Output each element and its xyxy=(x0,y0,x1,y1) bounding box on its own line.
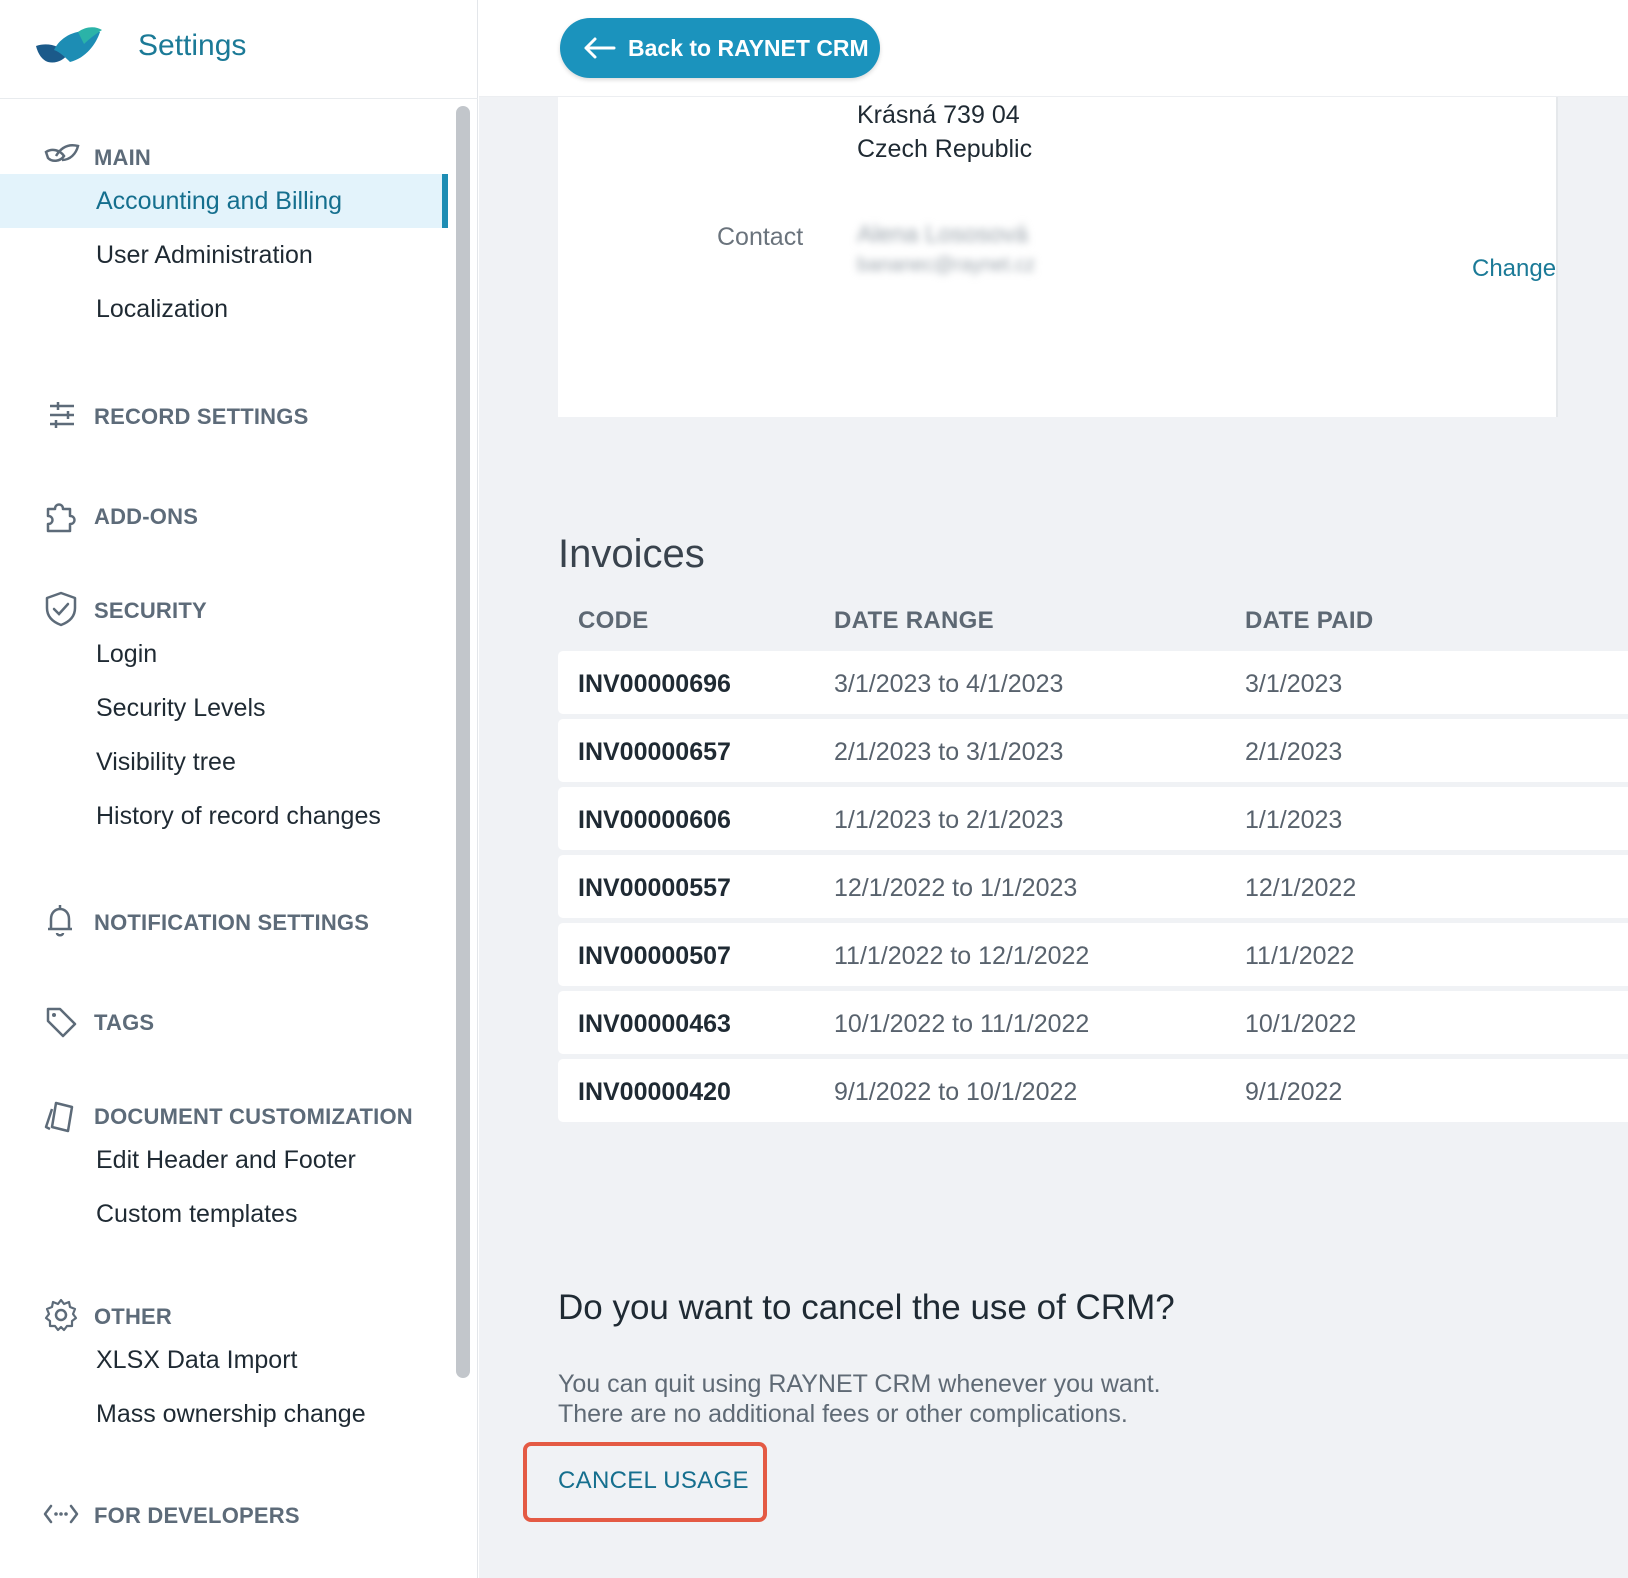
contact-email: bananec@raynet.cz xyxy=(857,254,1036,276)
invoice-date-range: 10/1/2022 to 11/1/2022 xyxy=(834,1010,1090,1038)
section-label-for-developers: FOR DEVELOPERS xyxy=(94,1503,300,1528)
invoice-date-paid: 10/1/2022 xyxy=(1245,1010,1357,1038)
sidebar-item-mass-ownership-change[interactable]: Mass ownership change xyxy=(0,1387,448,1441)
section-label-tags: TAGS xyxy=(94,1010,155,1035)
section-label-security: SECURITY xyxy=(94,598,207,623)
invoice-date-range: 3/1/2023 to 4/1/2023 xyxy=(834,670,1064,698)
invoices-table: INV00000696 3/1/2023 to 4/1/2023 3/1/202… xyxy=(558,651,1628,1127)
sidebar-item-security-levels[interactable]: Security Levels xyxy=(0,681,448,735)
invoice-date-range: 12/1/2022 to 1/1/2023 xyxy=(834,874,1078,902)
invoice-code: INV00000657 xyxy=(578,738,731,766)
billing-details-card: Krásná 739 04 Czech Republic Contact Ale… xyxy=(558,97,1556,417)
cancel-usage-button[interactable]: CANCEL USAGE xyxy=(558,1467,749,1495)
section-add-ons[interactable]: ADD-ONS xyxy=(0,497,448,533)
table-row[interactable]: INV00000463 10/1/2022 to 11/1/2022 10/1/… xyxy=(558,991,1628,1054)
invoice-date-paid: 3/1/2023 xyxy=(1245,670,1343,698)
invoice-code: INV00000696 xyxy=(578,670,731,698)
section-for-developers[interactable]: FOR DEVELOPERS xyxy=(0,1496,448,1532)
address-line-1: Krásná 739 04 xyxy=(857,101,1020,129)
sidebar-item-custom-templates[interactable]: Custom templates xyxy=(0,1187,448,1241)
invoice-date-paid: 12/1/2022 xyxy=(1245,874,1357,902)
sliders-icon xyxy=(50,402,74,428)
cancel-text-line-2: There are no additional fees or other co… xyxy=(558,1400,1128,1428)
table-row[interactable]: INV00000606 1/1/2023 to 2/1/2023 1/1/202… xyxy=(558,787,1628,850)
sidebar-nav: MAIN Accounting and Billing User Adminis… xyxy=(0,100,448,1578)
contact-name: Alena Lososová xyxy=(857,221,1028,248)
invoice-date-range: 1/1/2023 to 2/1/2023 xyxy=(834,806,1064,834)
sidebar-item-history-of-record-changes[interactable]: History of record changes xyxy=(0,789,448,843)
back-button-label: Back to RAYNET CRM xyxy=(628,34,869,61)
document-pages-icon xyxy=(44,1101,74,1133)
main-content: Back to RAYNET CRM Krásná 739 04 Czech R… xyxy=(479,0,1628,1578)
column-header-date-paid: DATE PAID xyxy=(1245,607,1374,634)
table-row[interactable]: INV00000420 9/1/2022 to 10/1/2022 9/1/20… xyxy=(558,1059,1628,1122)
puzzle-icon xyxy=(46,503,76,533)
cancel-crm-description: You can quit using RAYNET CRM whenever y… xyxy=(558,1369,1161,1429)
sidebar-item-edit-header-and-footer[interactable]: Edit Header and Footer xyxy=(0,1133,448,1187)
section-security: SECURITY Login Security Levels Visibilit… xyxy=(0,591,448,843)
invoice-date-range: 2/1/2023 to 3/1/2023 xyxy=(834,738,1064,766)
raynet-logo-icon[interactable] xyxy=(34,24,104,68)
settings-sidebar: Settings MAIN Accounting and Billing Use… xyxy=(0,0,478,1578)
sidebar-header: Settings xyxy=(0,0,478,99)
section-tags[interactable]: TAGS xyxy=(0,1003,448,1039)
sidebar-item-login[interactable]: Login xyxy=(0,627,448,681)
invoices-title: Invoices xyxy=(558,532,705,576)
section-label-other: OTHER xyxy=(94,1304,172,1329)
invoice-date-paid: 11/1/2022 xyxy=(1245,942,1355,970)
invoice-code: INV00000420 xyxy=(578,1078,731,1106)
app-title: Settings xyxy=(138,29,247,62)
invoice-code: INV00000606 xyxy=(578,806,731,834)
contact-label: Contact xyxy=(717,223,804,251)
table-row[interactable]: INV00000657 2/1/2023 to 3/1/2023 2/1/202… xyxy=(558,719,1628,782)
section-label-add-ons: ADD-ONS xyxy=(94,504,199,529)
tag-icon xyxy=(46,1007,77,1038)
table-row[interactable]: INV00000557 12/1/2022 to 1/1/2023 12/1/2… xyxy=(558,855,1628,918)
invoice-date-range: 9/1/2022 to 10/1/2022 xyxy=(834,1078,1078,1106)
cancel-text-line-1: You can quit using RAYNET CRM whenever y… xyxy=(558,1370,1161,1398)
invoice-date-paid: 1/1/2023 xyxy=(1245,806,1343,834)
sidebar-item-visibility-tree[interactable]: Visibility tree xyxy=(0,735,448,789)
sidebar-item-xlsx-data-import[interactable]: XLSX Data Import xyxy=(0,1333,448,1387)
arrow-left-icon xyxy=(584,37,616,59)
code-icon xyxy=(43,1504,79,1524)
invoice-date-range: 11/1/2022 to 12/1/2022 xyxy=(834,942,1090,970)
sidebar-item-localization[interactable]: Localization xyxy=(0,282,448,336)
shield-check-icon xyxy=(45,591,77,627)
card-divider xyxy=(1556,97,1558,417)
invoice-date-paid: 9/1/2022 xyxy=(1245,1078,1343,1106)
section-label-notification-settings: NOTIFICATION SETTINGS xyxy=(94,910,370,935)
sidebar-scrollbar[interactable] xyxy=(456,106,470,1378)
invoice-code: INV00000507 xyxy=(578,942,731,970)
section-label-document-customization: DOCUMENT CUSTOMIZATION xyxy=(94,1104,413,1129)
change-contact-link[interactable]: Change xyxy=(1472,255,1556,283)
sidebar-item-user-administration[interactable]: User Administration xyxy=(0,228,448,282)
invoice-code: INV00000463 xyxy=(578,1010,731,1038)
section-document-customization: DOCUMENT CUSTOMIZATION Edit Header and F… xyxy=(0,1097,448,1241)
gear-icon xyxy=(44,1298,78,1332)
section-main: MAIN Accounting and Billing User Adminis… xyxy=(0,138,448,336)
section-record-settings[interactable]: RECORD SETTINGS xyxy=(0,397,448,433)
section-label-main: MAIN xyxy=(94,145,152,170)
top-bar: Back to RAYNET CRM xyxy=(479,0,1628,97)
table-row[interactable]: INV00000507 11/1/2022 to 12/1/2022 11/1/… xyxy=(558,923,1628,986)
bell-icon xyxy=(48,905,72,937)
table-row[interactable]: INV00000696 3/1/2023 to 4/1/2023 3/1/202… xyxy=(558,651,1628,714)
ray-logo-icon xyxy=(44,144,80,162)
column-header-date-range: DATE RANGE xyxy=(834,607,994,634)
invoice-date-paid: 2/1/2023 xyxy=(1245,738,1343,766)
section-other: OTHER XLSX Data Import Mass ownership ch… xyxy=(0,1297,448,1441)
column-header-code: CODE xyxy=(578,607,649,634)
back-to-crm-button[interactable]: Back to RAYNET CRM xyxy=(560,18,880,78)
sidebar-item-accounting-and-billing[interactable]: Accounting and Billing xyxy=(0,174,448,228)
address-line-2: Czech Republic xyxy=(857,135,1033,163)
section-notification-settings[interactable]: NOTIFICATION SETTINGS xyxy=(0,903,448,939)
invoice-code: INV00000557 xyxy=(578,874,731,902)
cancel-crm-title: Do you want to cancel the use of CRM? xyxy=(558,1288,1175,1327)
section-label-record-settings: RECORD SETTINGS xyxy=(94,404,309,429)
